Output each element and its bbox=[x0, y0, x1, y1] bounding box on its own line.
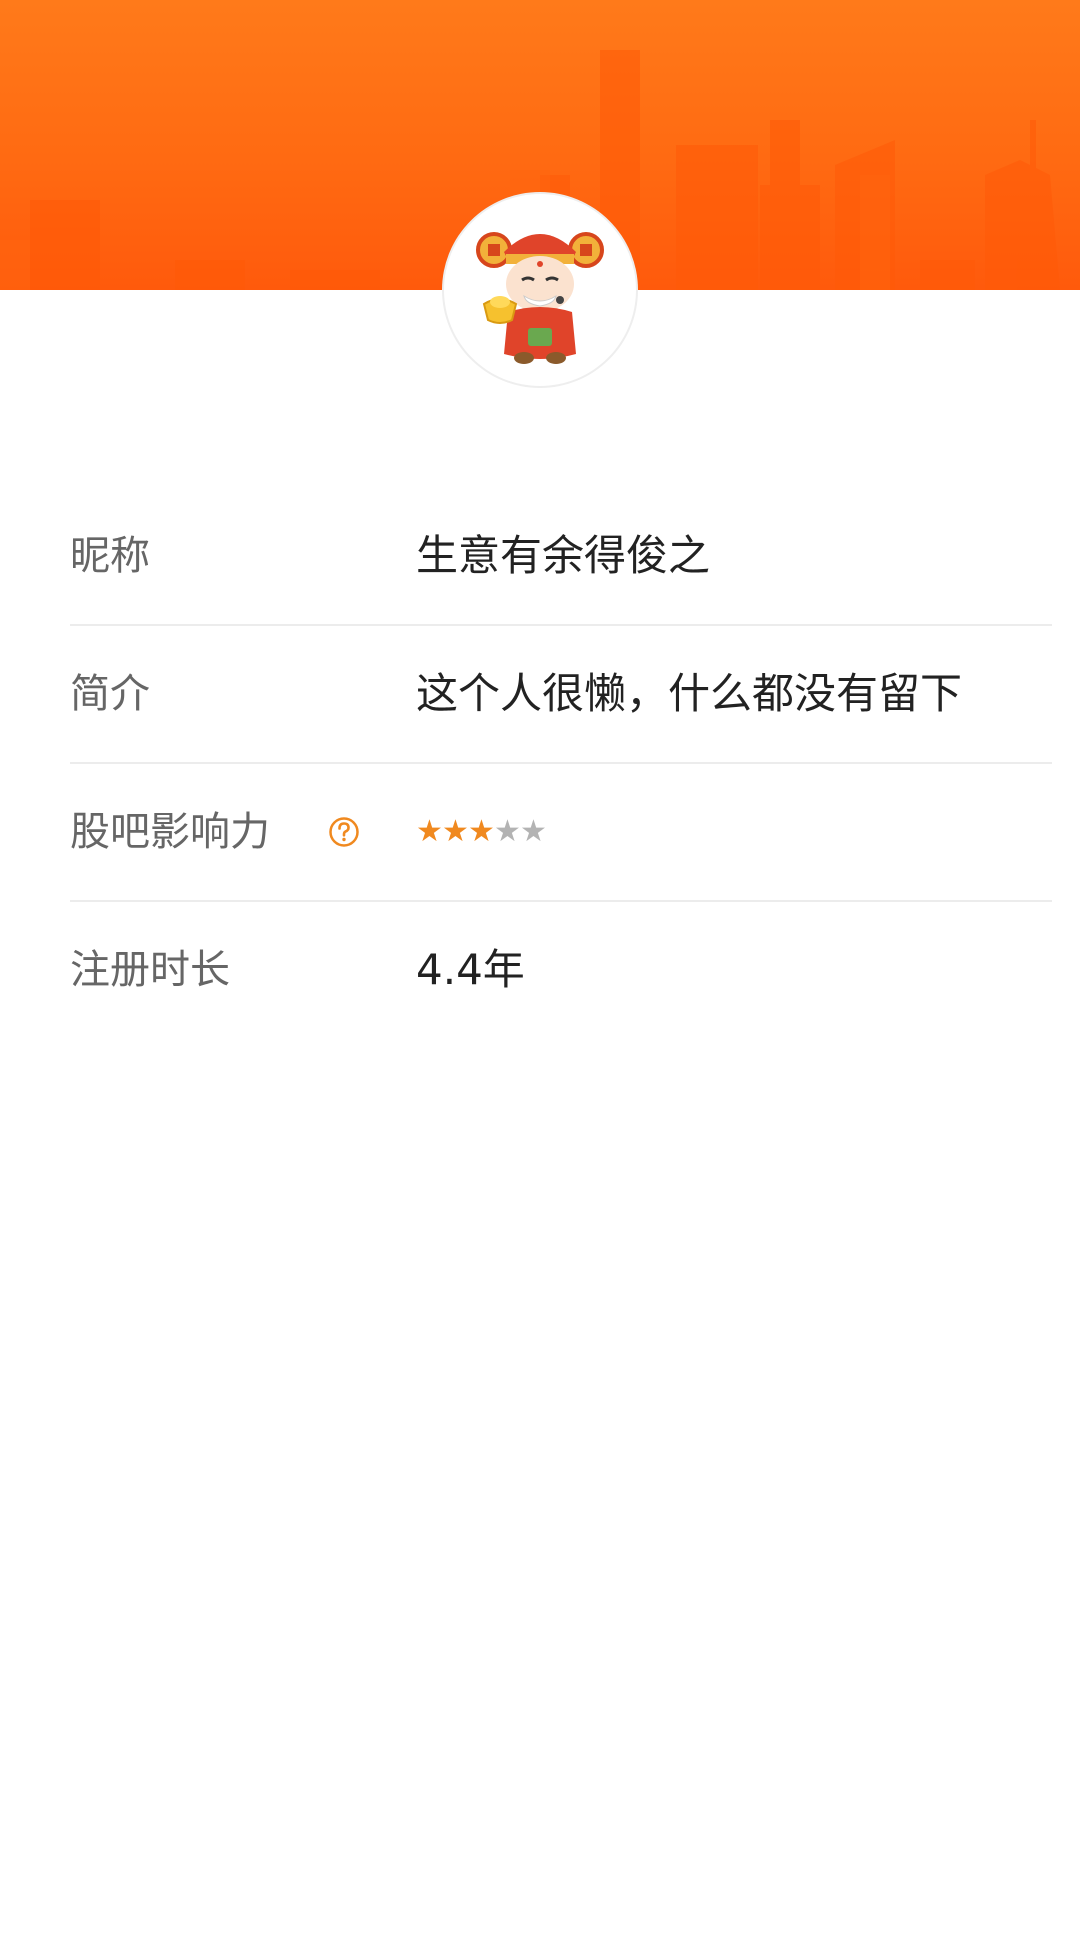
star-empty-icon: ★ bbox=[520, 814, 547, 849]
influence-row: 股吧影响力 ★ ★ ★ ★ ★ bbox=[70, 764, 1052, 902]
bio-value: 这个人很懒，什么都没有留下 bbox=[416, 669, 963, 718]
bio-row: 简介 这个人很懒，什么都没有留下 bbox=[70, 626, 1052, 764]
star-filled-icon: ★ bbox=[416, 814, 443, 849]
registration-label: 注册时长 bbox=[70, 947, 230, 993]
nickname-label: 昵称 bbox=[70, 533, 150, 579]
star-empty-icon: ★ bbox=[494, 814, 521, 849]
god-of-wealth-icon bbox=[476, 232, 604, 364]
nickname-value: 生意有余得俊之 bbox=[416, 531, 711, 580]
profile-info-list: 昵称 生意有余得俊之 简介 这个人很懒，什么都没有留下 股吧影响力 ★ ★ ★ ★ ★ … bbox=[70, 488, 1052, 1040]
registration-value: 4.4年 bbox=[416, 945, 525, 994]
registration-row: 注册时长 4.4年 bbox=[70, 902, 1052, 1040]
question-circle-icon[interactable] bbox=[328, 816, 360, 848]
user-avatar[interactable] bbox=[444, 194, 636, 386]
influence-label: 股吧影响力 bbox=[70, 809, 270, 855]
nickname-row: 昵称 生意有余得俊之 bbox=[70, 488, 1052, 626]
influence-rating: ★ ★ ★ ★ ★ bbox=[416, 812, 547, 852]
star-filled-icon: ★ bbox=[442, 814, 469, 849]
star-filled-icon: ★ bbox=[468, 814, 495, 849]
bio-label: 简介 bbox=[70, 671, 150, 717]
